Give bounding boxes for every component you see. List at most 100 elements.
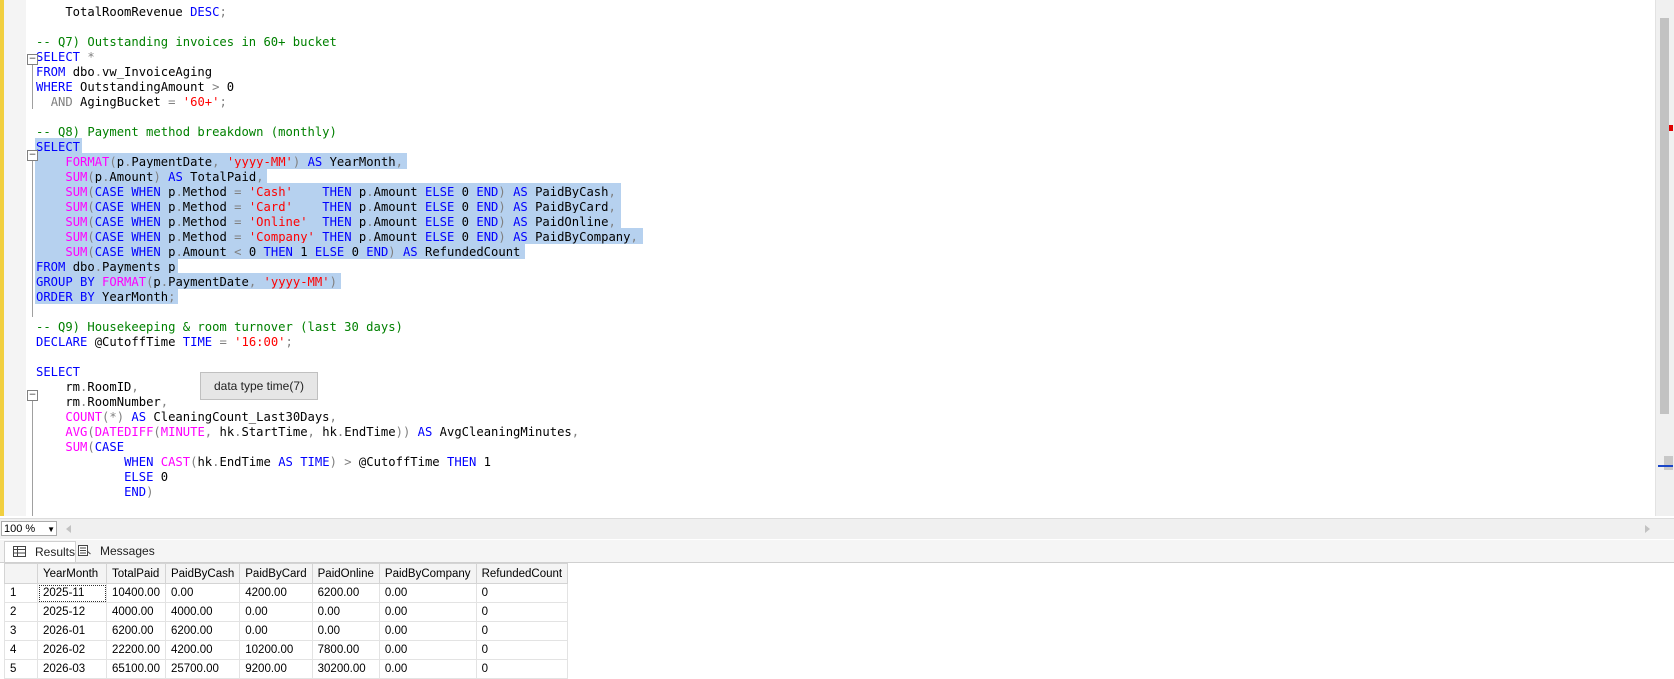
table-cell[interactable]: 0.00 — [164, 583, 241, 603]
table-cell[interactable]: 6200.00 — [106, 621, 166, 641]
row-number[interactable]: 1 — [4, 583, 38, 603]
code-line[interactable]: ORDER BY YearMonth; — [36, 289, 175, 305]
column-header[interactable]: PaidOnline — [311, 563, 380, 584]
caret-position-marker — [1658, 465, 1673, 467]
code-line[interactable]: rm.RoomID, — [36, 379, 138, 395]
code-line[interactable]: SELECT — [36, 364, 80, 380]
code-line[interactable]: -- Q7) Outstanding invoices in 60+ bucke… — [36, 34, 337, 50]
code-token: THEN — [322, 200, 359, 214]
code-line[interactable]: AVG(DATEDIFF(MINUTE, hk.StartTime, hk.En… — [36, 424, 579, 440]
row-number[interactable]: 3 — [4, 621, 38, 641]
column-header[interactable]: PaidByCash — [164, 563, 241, 584]
horizontal-scrollbar[interactable] — [64, 523, 1652, 535]
code-line[interactable]: SELECT * — [36, 49, 95, 65]
results-grid[interactable]: YearMonth TotalPaid PaidByCash PaidByCard Pa… — [4, 563, 569, 679]
table-cell[interactable]: 9200.00 — [239, 659, 313, 679]
zoom-select[interactable]: 100 % ▼ — [1, 521, 57, 536]
table-cell[interactable]: 0 — [475, 659, 569, 679]
table-cell[interactable]: 22200.00 — [106, 640, 166, 660]
table-cell[interactable]: 0.00 — [378, 602, 477, 622]
table-row[interactable]: 1 2025-11 10400.00 0.00 4200.00 6200.00 0.00 0 — [4, 583, 569, 603]
code-line[interactable]: DECLARE @CutoffTime TIME = '16:00'; — [36, 334, 293, 350]
code-area[interactable]: TotalRoomRevenue DESC; -- Q7) Outstanding… — [30, 0, 1655, 516]
table-cell[interactable]: 4000.00 — [164, 602, 241, 622]
table-cell[interactable]: 30200.00 — [311, 659, 380, 679]
code-token: ( — [87, 215, 95, 229]
table-cell[interactable]: 2025-12 — [37, 602, 107, 622]
collapse-toggle-q8[interactable]: − — [27, 150, 38, 161]
collapse-toggle-q7[interactable]: − — [27, 54, 38, 65]
code-token: * — [87, 50, 95, 64]
collapse-toggle-q9[interactable]: − — [27, 390, 38, 401]
column-header[interactable]: TotalPaid — [106, 563, 166, 584]
code-token: PaidByCard — [535, 200, 609, 214]
table-cell[interactable]: 0.00 — [378, 621, 477, 641]
row-number[interactable]: 5 — [4, 659, 38, 679]
code-line[interactable]: WHEN CAST(hk.EndTime AS TIME) > @CutoffT… — [36, 454, 491, 470]
code-token: AS — [513, 230, 536, 244]
vertical-scroll-thumb[interactable] — [1660, 18, 1669, 414]
table-cell[interactable]: 10400.00 — [106, 583, 166, 603]
table-cell[interactable]: 6200.00 — [164, 621, 241, 641]
code-token: 1 — [483, 455, 492, 469]
table-cell[interactable]: 4000.00 — [106, 602, 166, 622]
table-cell[interactable]: 4200.00 — [164, 640, 241, 660]
table-row[interactable]: 4 2026-02 22200.00 4200.00 10200.00 7800.00 0.… — [4, 640, 569, 660]
code-line[interactable]: ELSE 0 — [36, 469, 168, 485]
code-token: FROM — [36, 260, 73, 274]
column-header[interactable]: RefundedCount — [475, 563, 569, 584]
column-header[interactable]: YearMonth — [37, 563, 107, 584]
code-token: ( — [87, 425, 95, 439]
row-number[interactable]: 2 — [4, 602, 38, 622]
table-cell[interactable]: 65100.00 — [106, 659, 166, 679]
vertical-scrollbar[interactable] — [1655, 0, 1674, 516]
code-token: AVG — [65, 425, 88, 439]
table-cell[interactable]: 0.00 — [311, 602, 380, 622]
table-cell[interactable]: 0 — [475, 621, 569, 641]
table-cell[interactable]: 0 — [475, 583, 569, 603]
results-grid-pane[interactable]: YearMonth TotalPaid PaidByCash PaidByCard Pa… — [0, 563, 1674, 679]
code-line[interactable]: rm.RoomNumber, — [36, 394, 168, 410]
query-editor[interactable]: TotalRoomRevenue DESC; -- Q7) Outstanding… — [0, 0, 1674, 516]
code-line[interactable]: SUM(CASE — [36, 439, 124, 455]
table-cell[interactable]: 2026-03 — [37, 659, 107, 679]
code-line[interactable]: AND AgingBucket = '60+'; — [36, 94, 227, 110]
table-cell[interactable]: 0 — [475, 640, 569, 660]
code-line[interactable]: -- Q9) Housekeeping & room turnover (las… — [36, 319, 403, 335]
code-token: @CutoffTime — [94, 335, 183, 349]
column-header[interactable]: PaidByCard — [239, 563, 313, 584]
table-cell[interactable]: 2026-01 — [37, 621, 107, 641]
grid-corner[interactable] — [4, 563, 38, 584]
table-row[interactable]: 3 2026-01 6200.00 6200.00 0.00 0.00 0.00 0 — [4, 621, 569, 641]
table-cell[interactable]: 0.00 — [311, 621, 380, 641]
table-cell[interactable]: 4200.00 — [239, 583, 313, 603]
table-row[interactable]: 2 2025-12 4000.00 4000.00 0.00 0.00 0.00 0 — [4, 602, 569, 622]
tab-results[interactable]: Results — [4, 541, 76, 562]
table-cell[interactable]: 0.00 — [378, 640, 477, 660]
table-cell[interactable]: 10200.00 — [239, 640, 313, 660]
table-cell[interactable]: 2026-02 — [37, 640, 107, 660]
table-cell[interactable]: 0.00 — [378, 583, 477, 603]
code-line[interactable]: FROM dbo.vw_InvoiceAging — [36, 64, 212, 80]
table-cell[interactable]: 7800.00 — [311, 640, 380, 660]
code-line[interactable]: TotalRoomRevenue DESC; — [36, 4, 226, 20]
code-line[interactable]: END) — [36, 484, 153, 500]
column-header[interactable]: PaidByCompany — [378, 563, 477, 584]
tab-messages[interactable]: Messages — [70, 541, 170, 561]
table-cell[interactable]: 2025-11 — [37, 583, 107, 603]
table-row[interactable]: 5 2026-03 65100.00 25700.00 9200.00 30200.00 0… — [4, 659, 569, 679]
row-number[interactable]: 4 — [4, 640, 38, 660]
table-cell[interactable]: 25700.00 — [164, 659, 241, 679]
table-cell[interactable]: 0.00 — [378, 659, 477, 679]
table-cell[interactable]: 0.00 — [239, 602, 313, 622]
code-line[interactable]: WHERE OutstandingAmount > 0 — [36, 79, 234, 95]
code-line[interactable]: COUNT(*) AS CleaningCount_Last30Days, — [36, 409, 337, 425]
table-cell[interactable]: 0 — [475, 602, 569, 622]
code-token: AND — [50, 95, 81, 109]
table-cell[interactable]: 6200.00 — [311, 583, 380, 603]
table-cell[interactable]: 0.00 — [239, 621, 313, 641]
code-token: SUM — [65, 200, 88, 214]
